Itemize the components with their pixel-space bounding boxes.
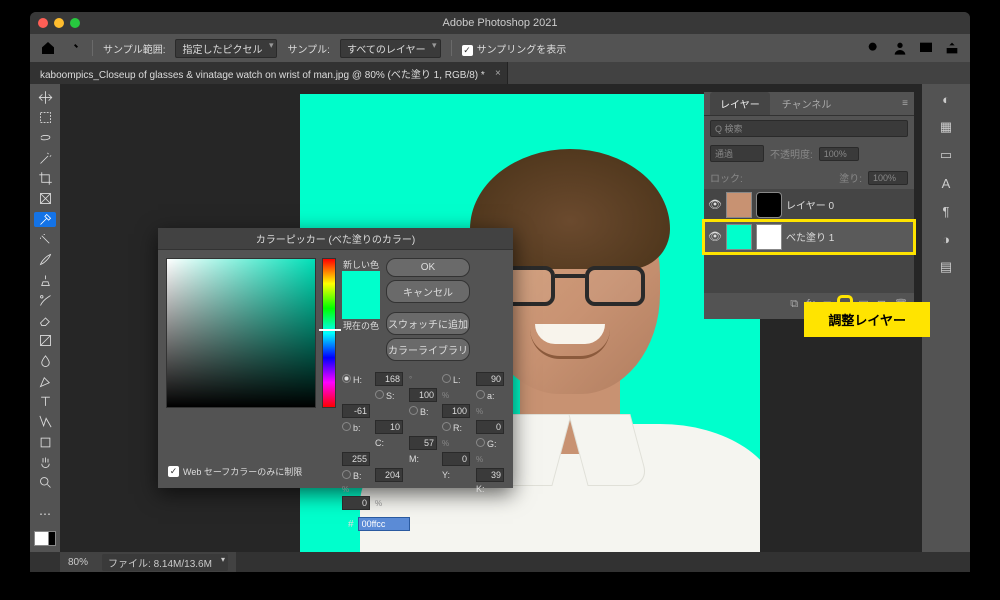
color-swatch[interactable] <box>34 531 56 546</box>
color-picker-dialog: カラーピッカー (べた塗りのカラー) 新しい色 現在の色 <box>158 228 513 488</box>
sample-layers-select[interactable]: すべてのレイヤー <box>340 39 441 58</box>
sample-range-select[interactable]: 指定したピクセル <box>175 39 277 58</box>
panel-menu-icon[interactable]: ≡ <box>896 98 914 109</box>
layer-name: べた塗り 1 <box>786 229 834 244</box>
workspace-icon[interactable] <box>918 40 934 56</box>
close-tab-icon[interactable]: × <box>495 68 501 79</box>
edit-toolbar-icon[interactable]: ⋯ <box>34 506 56 521</box>
blur-tool[interactable] <box>34 353 56 368</box>
eyedropper-icon[interactable] <box>66 40 82 56</box>
blend-mode-select[interactable]: 通過 <box>710 145 764 162</box>
lasso-tool[interactable] <box>34 131 56 146</box>
lab-b-input[interactable] <box>375 420 403 434</box>
layer-name: レイヤー 0 <box>786 197 834 212</box>
h-input[interactable] <box>375 372 403 386</box>
swatches-panel-icon[interactable]: ▦ <box>937 118 955 136</box>
share-icon[interactable] <box>944 40 960 56</box>
hex-input[interactable] <box>358 517 410 531</box>
new-color-swatch <box>342 271 380 295</box>
s-input[interactable] <box>409 388 437 402</box>
add-swatch-button[interactable]: スウォッチに追加 <box>386 312 470 335</box>
show-sampling-checkbox[interactable]: ✓サンプリングを表示 <box>462 41 567 56</box>
app-title: Adobe Photoshop 2021 <box>30 17 970 29</box>
character-panel-icon[interactable]: A <box>937 174 955 192</box>
saturation-brightness-field[interactable] <box>166 258 316 408</box>
new-color-label: 新しい色 <box>343 258 379 271</box>
paragraph-panel-icon[interactable]: ¶ <box>937 202 955 220</box>
tools-panel: ⋯ <box>30 84 60 552</box>
document-tab[interactable]: kaboompics_Closeup of glasses & vinatage… <box>30 62 508 84</box>
path-tool[interactable] <box>34 414 56 429</box>
fill-input[interactable]: 100% <box>868 171 908 185</box>
visibility-icon[interactable]: 👁 <box>708 198 722 211</box>
type-tool[interactable] <box>34 394 56 409</box>
options-bar: サンプル範囲: 指定したピクセル サンプル: すべてのレイヤー ✓サンプリングを… <box>30 34 970 62</box>
status-bar: 80% ファイル: 8.14M/13.6M <box>60 552 236 572</box>
blue-input[interactable] <box>375 468 403 482</box>
layer-search[interactable]: Q 検索 <box>710 120 908 137</box>
layers-panel: レイヤー チャンネル ≡ Q 検索 通過 不透明度: 100% ロック: 塗り:… <box>704 92 914 319</box>
libraries-panel-icon[interactable]: ▭ <box>937 146 955 164</box>
sample-label: サンプル: <box>287 41 329 56</box>
zoom-tool[interactable] <box>34 475 56 490</box>
history-brush-tool[interactable] <box>34 293 56 308</box>
app-window: Adobe Photoshop 2021 サンプル範囲: 指定したピクセル サン… <box>30 12 970 572</box>
document-tab-bar: kaboompics_Closeup of glasses & vinatage… <box>30 62 970 84</box>
glyphs-panel-icon[interactable]: ◑ <box>937 230 955 248</box>
a-input[interactable] <box>342 404 370 418</box>
color-value-fields: H:° L: S:% a: B:% b: R: C:% G: <box>342 372 505 510</box>
annotation-callout: 調整レイヤー <box>804 302 930 337</box>
file-size: 8.14M/13.6M <box>154 559 212 570</box>
hand-tool[interactable] <box>34 455 56 470</box>
user-icon[interactable] <box>892 40 908 56</box>
channels-tab[interactable]: チャンネル <box>772 92 842 115</box>
marquee-tool[interactable] <box>34 110 56 125</box>
y-input[interactable] <box>476 468 504 482</box>
magic-wand-tool[interactable] <box>34 151 56 166</box>
adjustments-panel-icon[interactable]: ◐ <box>937 90 955 108</box>
sample-range-label: サンプル範囲: <box>103 41 165 56</box>
k-input[interactable] <box>342 496 370 510</box>
color-libraries-button[interactable]: カラーライブラリ <box>386 338 470 361</box>
eyedropper-tool[interactable] <box>34 212 56 227</box>
link-layers-icon[interactable]: ⧉ <box>790 298 798 314</box>
crop-tool[interactable] <box>34 171 56 186</box>
shape-tool[interactable] <box>34 435 56 450</box>
current-color-swatch <box>342 295 380 319</box>
pen-tool[interactable] <box>34 374 56 389</box>
healing-brush-tool[interactable] <box>34 232 56 247</box>
opacity-input[interactable]: 100% <box>819 147 859 161</box>
web-safe-checkbox[interactable]: ✓Web セーフカラーのみに制限 <box>168 465 302 478</box>
color-picker-title: カラーピッカー (べた塗りのカラー) <box>158 228 513 250</box>
current-color-label: 現在の色 <box>343 319 379 332</box>
layers-panel-icon[interactable]: ▤ <box>937 258 955 276</box>
hue-slider[interactable] <box>322 258 336 408</box>
c-input[interactable] <box>409 436 437 450</box>
titlebar: Adobe Photoshop 2021 <box>30 12 970 34</box>
home-icon[interactable] <box>40 40 56 56</box>
ok-button[interactable]: OK <box>386 258 470 277</box>
brush-tool[interactable] <box>34 252 56 267</box>
layer-row[interactable]: 👁 べた塗り 1 <box>704 221 914 253</box>
l-input[interactable] <box>476 372 504 386</box>
visibility-icon[interactable]: 👁 <box>708 230 722 243</box>
g-input[interactable] <box>342 452 370 466</box>
clone-stamp-tool[interactable] <box>34 272 56 287</box>
m-input[interactable] <box>442 452 470 466</box>
search-icon[interactable] <box>866 40 882 56</box>
document-tab-title: kaboompics_Closeup of glasses & vinatage… <box>40 66 485 81</box>
layers-tab[interactable]: レイヤー <box>710 92 770 115</box>
zoom-level[interactable]: 80% <box>68 557 88 568</box>
r-input[interactable] <box>476 420 504 434</box>
move-tool[interactable] <box>34 90 56 105</box>
frame-tool[interactable] <box>34 191 56 206</box>
b-input[interactable] <box>442 404 470 418</box>
gradient-tool[interactable] <box>34 333 56 348</box>
cancel-button[interactable]: キャンセル <box>386 280 470 303</box>
eraser-tool[interactable] <box>34 313 56 328</box>
layer-row[interactable]: 👁 レイヤー 0 <box>704 189 914 221</box>
